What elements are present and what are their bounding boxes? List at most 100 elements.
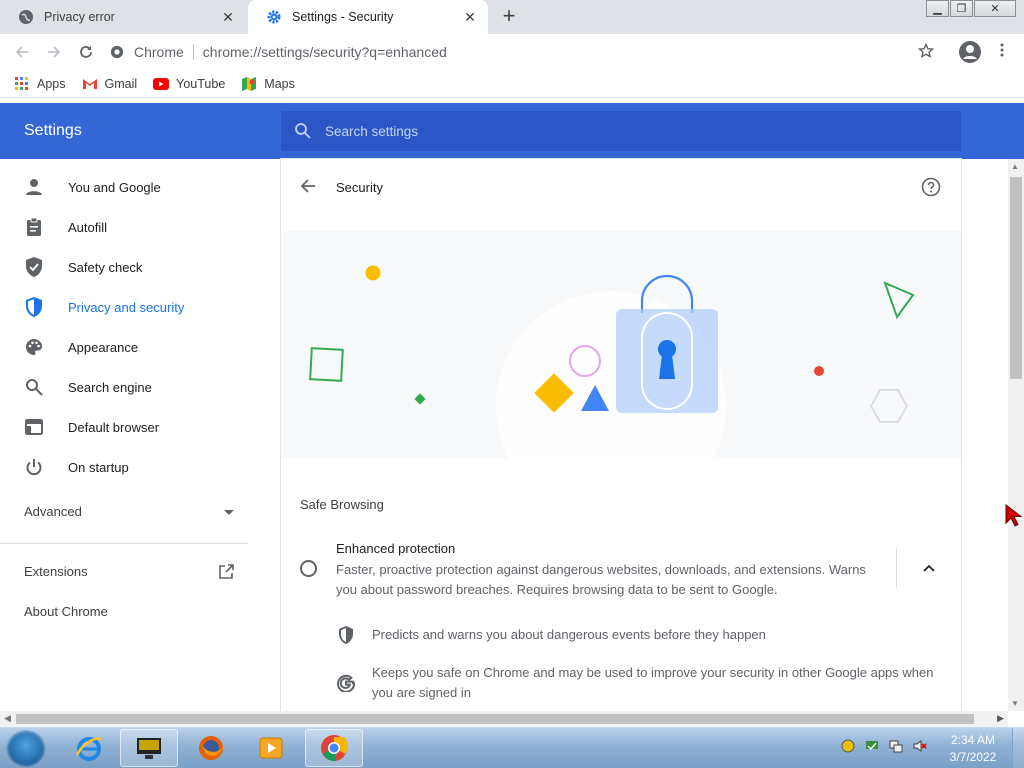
sidebar-item-label: Appearance — [68, 339, 139, 355]
advanced-label: Advanced — [24, 504, 82, 519]
sidebar-item-autofill[interactable]: Autofill — [0, 207, 260, 247]
sidebar-item-privacy-and-security[interactable]: Privacy and security — [0, 287, 260, 327]
open-in-new-icon — [218, 564, 234, 583]
settings-search[interactable] — [281, 111, 961, 151]
help-icon[interactable] — [921, 177, 941, 200]
scrollbar-thumb[interactable] — [16, 714, 974, 724]
chrome-icon[interactable] — [305, 729, 363, 767]
firefox-icon[interactable] — [182, 729, 240, 767]
sidebar-item-label: Search engine — [68, 379, 152, 395]
tab-title: Privacy error — [44, 10, 115, 24]
scroll-down-icon[interactable]: ▼ — [1011, 699, 1019, 708]
restore-button[interactable]: ❐ — [950, 0, 973, 17]
settings-sidebar: You and Google Autofill Safety check Pri… — [0, 159, 260, 711]
more-vert-icon[interactable] — [994, 42, 1010, 61]
action-center-icon[interactable] — [864, 738, 880, 754]
sidebar-about-chrome[interactable]: About Chrome — [24, 604, 108, 619]
palette-icon — [24, 337, 44, 357]
clipboard-icon — [24, 217, 44, 237]
sidebar-item-label: Safety check — [68, 259, 143, 275]
scrollbar-thumb[interactable] — [1010, 177, 1022, 379]
sidebar-item-appearance[interactable]: Appearance — [0, 327, 260, 367]
url-text: chrome://settings/security?q=enhanced — [202, 44, 447, 60]
scroll-right-icon[interactable]: ▶ — [997, 713, 1004, 724]
window-close-button[interactable]: ✕ — [974, 0, 1016, 17]
sidebar-item-you-and-google[interactable]: You and Google — [0, 167, 260, 207]
back-button[interactable] — [6, 36, 38, 68]
reload-button[interactable] — [70, 36, 102, 68]
security-page-card: Security Safe Browsing Enhanced protecti… — [281, 159, 961, 711]
clock-time: 2:34 AM — [950, 733, 996, 747]
arrow-left-icon — [15, 46, 28, 58]
sidebar-item-safety-check[interactable]: Safety check — [0, 247, 260, 287]
close-icon[interactable]: ✕ — [462, 9, 478, 25]
sidebar-divider — [0, 543, 248, 544]
tab-settings-security[interactable]: Settings - Security ✕ — [248, 0, 488, 34]
arrow-right-icon — [48, 46, 61, 58]
gear-icon — [266, 9, 282, 25]
globe-icon — [18, 9, 34, 25]
shield-icon — [336, 625, 356, 645]
page-title: Security — [336, 180, 383, 195]
vertical-scrollbar[interactable]: ▲ ▼ — [1008, 159, 1024, 711]
back-arrow-icon[interactable] — [299, 177, 317, 198]
sidebar-item-on-startup[interactable]: On startup — [0, 447, 260, 487]
bookmark-label: Apps — [37, 76, 66, 91]
bookmark-youtube[interactable]: YouTube — [153, 76, 225, 92]
profile-avatar-icon[interactable] — [958, 40, 982, 67]
sidebar-item-label: Privacy and security — [68, 299, 185, 315]
bookmarks-bar: Apps Gmail YouTube Maps — [0, 70, 1024, 98]
show-desktop-button[interactable] — [1012, 728, 1024, 768]
youtube-icon — [153, 76, 170, 92]
sidebar-item-default-browser[interactable]: Default browser — [0, 407, 260, 447]
browser-toolbar: Chrome chrome://settings/security?q=enha… — [0, 34, 1024, 70]
enhanced-protection-title: Enhanced protection — [336, 541, 456, 556]
bookmark-star-icon[interactable] — [917, 42, 935, 62]
option-divider — [896, 548, 897, 588]
tab-strip: Privacy error ✕ Settings - Security ✕ + … — [0, 0, 1024, 34]
power-icon — [24, 457, 44, 477]
bookmark-maps[interactable]: Maps — [241, 76, 295, 92]
new-tab-button[interactable]: + — [498, 5, 520, 28]
minimize-button[interactable]: ▁ — [926, 0, 949, 17]
settings-header: Settings — [0, 103, 1024, 159]
caret-down-icon — [224, 504, 234, 519]
notification-icon[interactable] — [840, 738, 856, 754]
system-tray — [840, 738, 936, 754]
bookmark-gmail[interactable]: Gmail — [82, 76, 137, 92]
search-input[interactable] — [325, 123, 925, 139]
feature-text: Keeps you safe on Chrome and may be used… — [372, 665, 934, 700]
person-icon — [24, 177, 44, 197]
sidebar-item-search-engine[interactable]: Search engine — [0, 367, 260, 407]
horizontal-scrollbar[interactable]: ◀ ▶ — [0, 711, 1008, 727]
omnibox-divider — [192, 44, 194, 60]
gmail-icon — [82, 76, 98, 92]
volume-muted-icon[interactable] — [912, 738, 928, 754]
internet-explorer-icon[interactable] — [60, 729, 118, 767]
app-icon[interactable] — [120, 729, 178, 767]
shield-icon — [24, 297, 44, 317]
bookmark-apps[interactable]: Apps — [14, 76, 66, 92]
enhanced-protection-radio[interactable] — [300, 560, 317, 577]
sidebar-item-label: Autofill — [68, 219, 108, 235]
scroll-up-icon[interactable]: ▲ — [1011, 162, 1019, 171]
taskbar-clock[interactable]: 2:34 AM 3/7/2022 — [944, 732, 1002, 766]
feature-text: Predicts and warns you about dangerous e… — [372, 627, 766, 642]
sidebar-item-label: On startup — [68, 459, 129, 475]
bookmark-label: YouTube — [176, 76, 226, 91]
chevron-up-icon[interactable] — [921, 560, 937, 579]
address-bar[interactable]: Chrome chrome://settings/security?q=enha… — [110, 37, 950, 67]
sidebar-advanced-toggle[interactable]: Advanced — [24, 504, 234, 519]
tab-title: Settings - Security — [292, 10, 394, 24]
clock-date: 3/7/2022 — [949, 750, 997, 764]
close-icon[interactable]: ✕ — [220, 9, 236, 25]
forward-button[interactable] — [38, 36, 70, 68]
tab-privacy-error[interactable]: Privacy error ✕ — [0, 0, 246, 34]
search-icon — [24, 377, 44, 397]
start-button[interactable] — [6, 730, 46, 768]
bookmark-label: Maps — [264, 76, 295, 91]
media-player-icon[interactable] — [242, 729, 300, 767]
sidebar-extensions-link[interactable]: Extensions — [24, 564, 234, 583]
network-icon[interactable] — [888, 738, 904, 754]
scroll-left-icon[interactable]: ◀ — [4, 713, 11, 724]
